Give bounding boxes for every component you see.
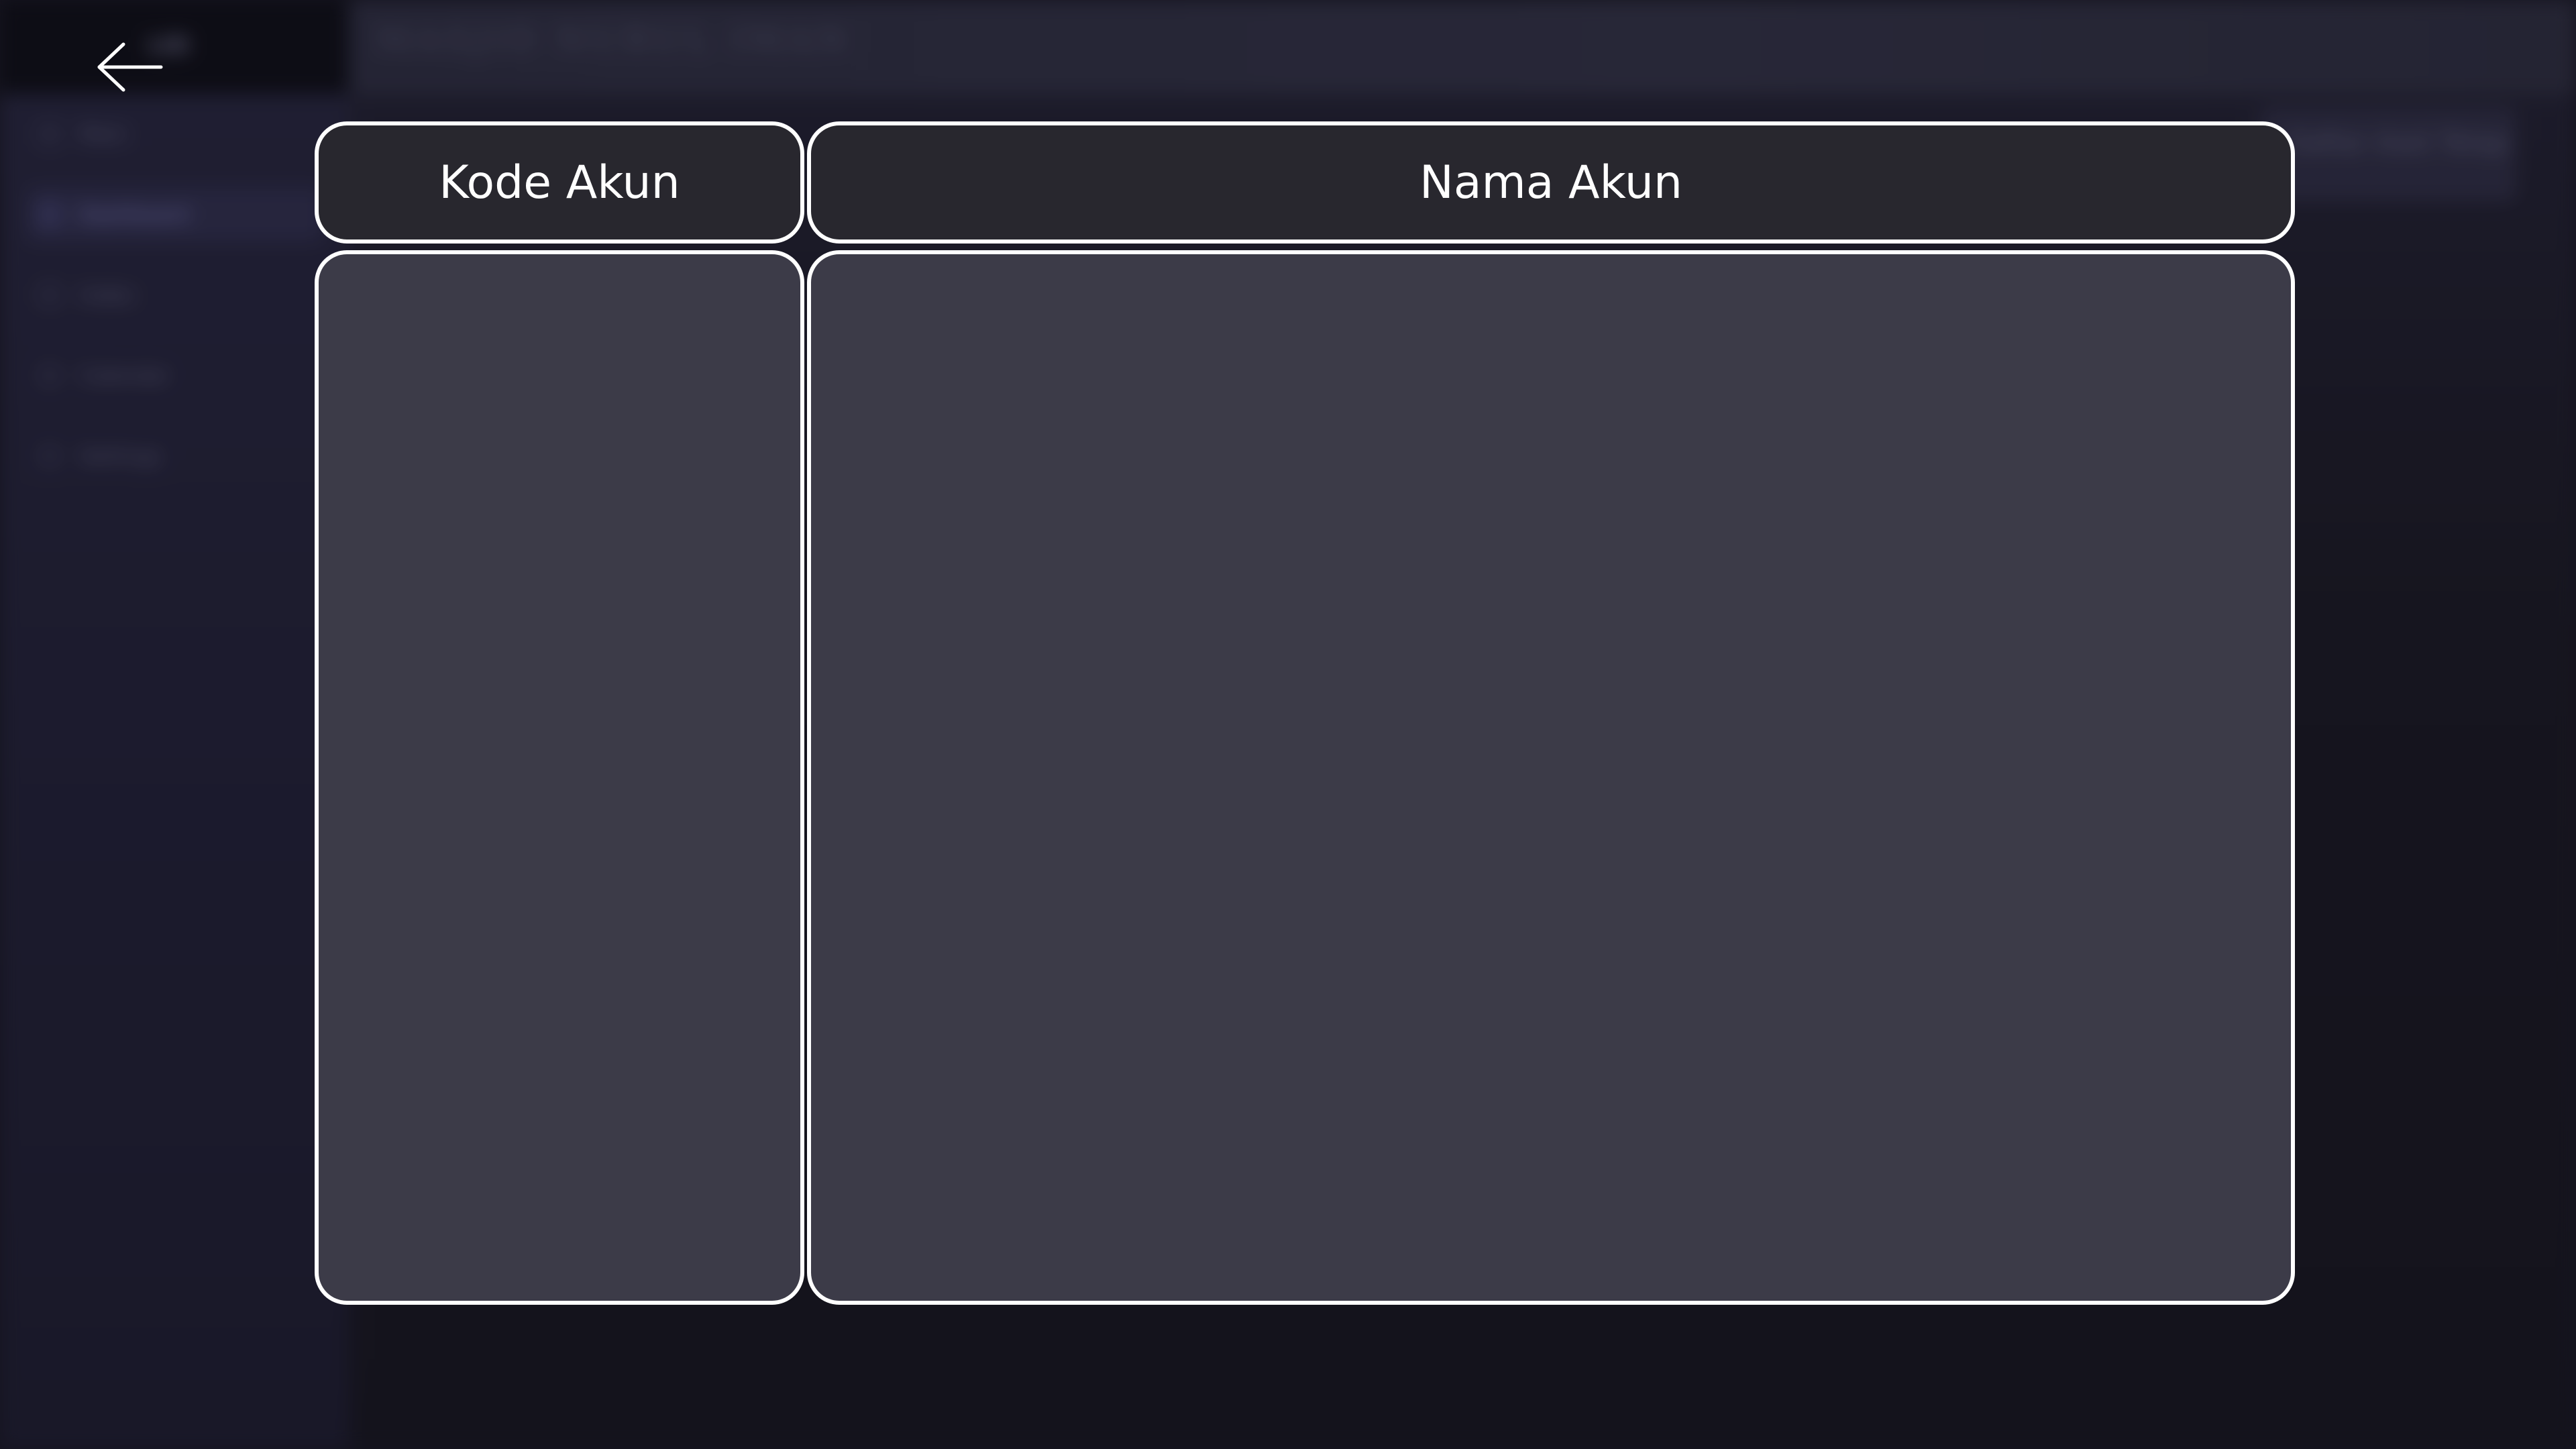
column-body-nama-akun: [807, 250, 2295, 1305]
background-nav-label: Settings: [79, 444, 162, 468]
background-nav-label: Index: [79, 283, 135, 307]
home-icon: [40, 125, 59, 144]
background-nav-item-settings: Settings: [27, 429, 322, 483]
background-sidebar-header: LID: [0, 0, 349, 94]
dashboard-icon: [40, 205, 59, 224]
background-chip-label: Daftar Aset Tetap: [2288, 127, 2509, 157]
column-header-label: Kode Akun: [439, 156, 680, 209]
background-nav-label: Calendar: [79, 364, 170, 388]
calendar-icon: [40, 366, 59, 385]
background-nav-item-dashboard: Dashboard: [27, 188, 322, 241]
background-chip: Daftar Aset Tetap: [2261, 107, 2516, 201]
column-header-kode-akun[interactable]: Kode Akun: [315, 121, 804, 244]
background-topbar-title: MASJID NURUL IMAN: [376, 20, 851, 60]
app-window: LID Main Dashboard Index Calendar Settin…: [0, 0, 2576, 1449]
background-nav-label: Main: [79, 122, 127, 146]
back-button[interactable]: [94, 40, 168, 94]
column-body-kode-akun: [315, 250, 804, 1305]
gear-icon: [40, 447, 59, 466]
column-header-nama-akun[interactable]: Nama Akun: [807, 121, 2295, 244]
background-nav-item-main: Main: [27, 107, 322, 161]
background-nav-item-calendar: Calendar: [27, 349, 322, 402]
background-nav-item-index: Index: [27, 268, 322, 322]
column-header-label: Nama Akun: [1419, 156, 1683, 209]
arrow-left-icon: [97, 42, 163, 92]
background-nav-label: Dashboard: [79, 203, 189, 227]
index-icon: [40, 286, 59, 305]
background-topbar: MASJID NURUL IMAN: [349, 0, 2576, 94]
background-nav: Main Dashboard Index Calendar Settings: [27, 107, 322, 510]
